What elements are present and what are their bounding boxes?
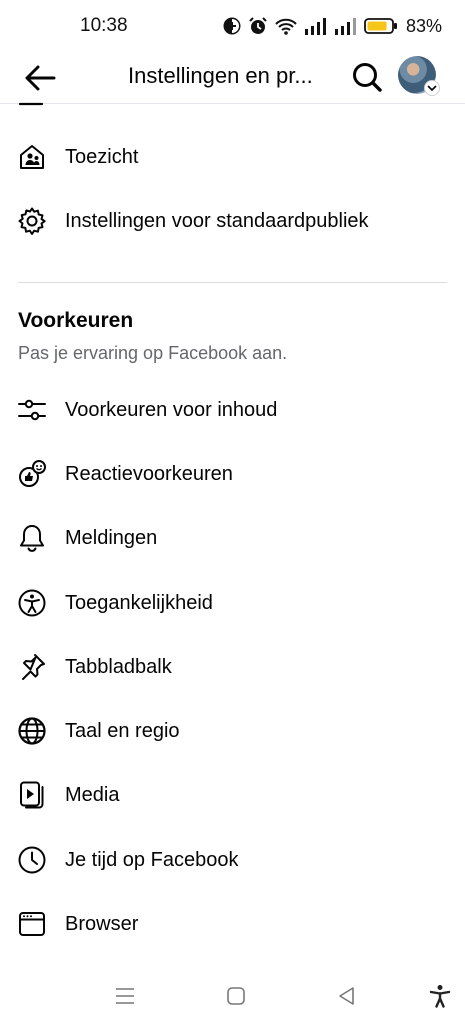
menu-item-toezicht[interactable]: Toezicht (0, 129, 465, 185)
menu-item-reaction-preferences[interactable]: Reactievoorkeuren (0, 446, 465, 502)
app-header: Instellingen en pr... (0, 52, 465, 104)
partial-item-icon (18, 102, 44, 106)
menu-icon (116, 988, 134, 1004)
search-icon (353, 63, 382, 92)
section-divider (18, 282, 447, 283)
menu-item-time-on-facebook[interactable]: Je tijd op Facebook (0, 832, 465, 888)
back-button[interactable] (22, 60, 58, 96)
chevron-down-icon (424, 80, 440, 96)
home-button[interactable] (218, 978, 254, 1014)
menu-item-tab-bar[interactable]: Tabbladbalk (0, 639, 465, 695)
arrow-left-icon (25, 65, 56, 91)
accessibility-shortcut-button[interactable] (422, 978, 458, 1014)
system-nav-bar (0, 968, 465, 1024)
alarm-icon (249, 17, 267, 34)
menu-item-standaardpubliek[interactable]: Instellingen voor standaardpubliek (0, 193, 465, 249)
menu-item-language-region[interactable]: Taal en regio (0, 703, 465, 759)
data-saver-icon (223, 17, 241, 35)
gear-icon (16, 205, 48, 237)
page-title: Instellingen en pr... (128, 63, 313, 88)
menu-item-notifications[interactable]: Meldingen (0, 510, 465, 566)
menu-item-label: Instellingen voor standaardpubliek (65, 209, 369, 232)
bell-icon (16, 522, 48, 554)
media-play-icon (16, 779, 48, 811)
globe-icon (16, 715, 48, 747)
status-bar: 10:38 83% (0, 0, 465, 52)
back-nav-button[interactable] (329, 978, 365, 1014)
battery-percent: 83% (406, 15, 443, 36)
recent-apps-button[interactable] (107, 978, 143, 1014)
signal-icon-2 (335, 18, 356, 35)
menu-item-label: Voorkeuren voor inhoud (65, 398, 278, 421)
back-triangle-icon (339, 987, 354, 1005)
menu-item-label: Taal en regio (65, 719, 180, 742)
menu-item-accessibility[interactable]: Toegankelijkheid (0, 575, 465, 631)
profile-avatar-button[interactable] (398, 56, 440, 96)
menu-item-label: Je tijd op Facebook (65, 848, 239, 871)
signal-icon (305, 18, 326, 35)
menu-item-label: Tabbladbalk (65, 655, 172, 678)
reactions-icon (16, 458, 48, 490)
menu-item-label: Browser (65, 912, 139, 935)
pin-icon (16, 651, 48, 683)
status-time: 10:38 (80, 15, 128, 36)
wifi-icon (275, 18, 297, 35)
menu-item-content-preferences[interactable]: Voorkeuren voor inhoud (0, 382, 465, 438)
menu-item-label: Meldingen (65, 526, 158, 549)
menu-item-label: Toezicht (65, 145, 139, 168)
status-icons: 83% (222, 14, 442, 38)
menu-item-label: Media (65, 783, 120, 806)
section-subtitle: Pas je ervaring op Facebook aan. (18, 343, 288, 363)
menu-item-label: Toegankelijkheid (65, 591, 213, 614)
search-button[interactable] (348, 58, 386, 96)
home-square-icon (227, 987, 245, 1005)
section-title: Voorkeuren (18, 309, 134, 332)
clock-icon (16, 844, 48, 876)
accessibility-icon (16, 587, 48, 619)
menu-item-label: Reactievoorkeuren (65, 462, 233, 485)
accessibility-person-icon (429, 985, 451, 1008)
menu-item-browser[interactable]: Browser (0, 896, 465, 952)
supervision-house-icon (16, 141, 48, 173)
sliders-icon (16, 394, 48, 426)
menu-item-media[interactable]: Media (0, 767, 465, 823)
battery-icon (364, 18, 397, 34)
browser-window-icon (16, 908, 48, 940)
